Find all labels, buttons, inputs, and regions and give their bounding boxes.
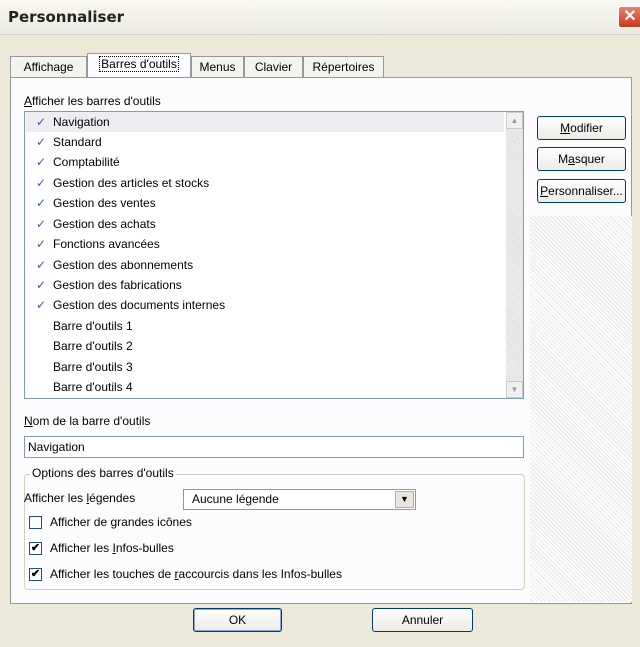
list-item-label: Comptabilité [53, 155, 120, 169]
large-icons-label: Afficher de grandes icônes [50, 515, 192, 529]
list-item-documents-internes[interactable]: ✓ Gestion des documents internes [26, 295, 504, 315]
list-item-label: Gestion des documents internes [53, 298, 226, 312]
close-button[interactable]: ✕ [618, 6, 640, 28]
large-icons-checkbox[interactable] [29, 516, 42, 529]
window-title: Personnaliser [8, 8, 125, 26]
list-item-label: Fonctions avancées [53, 237, 160, 251]
label-text: Afficher les [50, 541, 113, 555]
mnemonic: P [540, 184, 549, 198]
toolbar-name-input[interactable]: Navigation [24, 436, 524, 458]
check-icon: ✓ [36, 217, 47, 231]
check-icon: ✓ [36, 176, 47, 190]
tab-menus[interactable]: Menus [191, 56, 244, 77]
toolbar-name-label: Nom de la barre d'outils [24, 414, 150, 428]
check-icon: ✓ [36, 135, 47, 149]
toolbars-list[interactable]: ✓ Navigation ✓ Standard ✓ Comptabilité ✓ Ges… [24, 111, 524, 399]
mnemonic: N [24, 414, 33, 428]
list-item-label: Gestion des fabrications [53, 278, 182, 292]
captions-select[interactable]: Aucune légende ▼ [183, 489, 416, 510]
list-scrollbar[interactable]: ▲ ▼ [506, 112, 523, 398]
label-text: Afficher les [24, 491, 87, 505]
check-icon: ✓ [36, 258, 47, 272]
list-item-fonctions-avancees[interactable]: ✓ Fonctions avancées [26, 234, 504, 254]
panel-pattern [530, 216, 632, 602]
list-item-standard[interactable]: ✓ Standard [26, 132, 504, 152]
title-bar: Personnaliser ✕ [0, 0, 640, 35]
button-label: squer [574, 152, 605, 166]
button-label: ersonnaliser... [548, 184, 623, 198]
check-icon: ✓ [36, 237, 47, 251]
label-text: égendes [89, 491, 136, 505]
check-icon: ✓ [36, 196, 47, 210]
mnemonic: a [568, 152, 575, 166]
label-text: Afficher les touches de [50, 567, 175, 581]
label-text: nfos-bulles [115, 541, 174, 555]
scroll-down-icon[interactable]: ▼ [506, 381, 523, 398]
list-item-label: Barre d'outils 3 [53, 360, 133, 374]
list-item-label: Standard [53, 135, 102, 149]
hide-button[interactable]: Masquer [537, 147, 626, 171]
cancel-button[interactable]: Annuler [372, 608, 473, 632]
list-item-barre-3[interactable]: Barre d'outils 3 [26, 357, 504, 377]
button-label: odifier [570, 121, 603, 135]
button-label: M [558, 152, 569, 166]
tab-barres-doutils-label: Barres d'outils [99, 56, 179, 72]
check-icon: ✓ [36, 278, 47, 292]
list-item-label: Gestion des achats [53, 217, 156, 231]
chevron-down-icon[interactable]: ▼ [395, 491, 414, 508]
list-item-label: Gestion des articles et stocks [53, 176, 210, 190]
list-item-ventes[interactable]: ✓ Gestion des ventes [26, 193, 504, 213]
tooltips-checkbox[interactable]: ✔ [29, 542, 42, 555]
toolbars-list-label: Afficher les barres d'outils [24, 94, 161, 108]
list-item-barre-1[interactable]: Barre d'outils 1 [26, 316, 504, 336]
check-icon: ✓ [36, 155, 47, 169]
captions-label: Afficher les légendes [24, 491, 135, 505]
list-item-label: Gestion des ventes [53, 196, 156, 210]
tab-clavier[interactable]: Clavier [244, 56, 303, 77]
label-text: accourcis dans les Infos-bulles [178, 567, 342, 581]
mnemonic: A [24, 94, 33, 108]
list-item-label: Barre d'outils 4 [53, 380, 133, 394]
list-item-navigation[interactable]: ✓ Navigation [26, 112, 504, 132]
list-item-barre-4[interactable]: Barre d'outils 4 [26, 377, 504, 397]
customize-button[interactable]: Personnaliser... [537, 179, 626, 203]
list-item-label: Barre d'outils 2 [53, 339, 133, 353]
options-group-legend: Options des barres d'outils [30, 466, 176, 480]
list-item-comptabilite[interactable]: ✓ Comptabilité [26, 152, 504, 172]
mnemonic: M [560, 121, 571, 135]
list-item-fabrications[interactable]: ✓ Gestion des fabrications [26, 275, 504, 295]
tab-barres-doutils[interactable]: Barres d'outils [87, 53, 191, 78]
list-item-label: Gestion des abonnements [53, 258, 194, 272]
list-item-label: Navigation [53, 115, 110, 129]
list-item-barre-2[interactable]: Barre d'outils 2 [26, 336, 504, 356]
shortcuts-checkbox[interactable]: ✔ [29, 568, 42, 581]
modify-button[interactable]: Modifier [537, 116, 626, 140]
list-item-abonnements[interactable]: ✓ Gestion des abonnements [26, 255, 504, 275]
list-item-achats[interactable]: ✓ Gestion des achats [26, 214, 504, 234]
tab-repertoires[interactable]: Répertoires [303, 56, 384, 77]
list-item-articles-stocks[interactable]: ✓ Gestion des articles et stocks [26, 173, 504, 193]
scroll-up-icon[interactable]: ▲ [506, 112, 523, 129]
ok-button[interactable]: OK [193, 608, 282, 632]
tab-affichage[interactable]: Affichage [10, 56, 87, 77]
check-icon: ✓ [36, 298, 47, 312]
label-text: om de la barre d'outils [32, 414, 151, 428]
tooltips-label: Afficher les Infos-bulles [50, 541, 174, 555]
check-icon: ✓ [36, 115, 47, 129]
shortcuts-label: Afficher les touches de raccourcis dans … [50, 567, 342, 581]
list-item-label: Barre d'outils 1 [53, 319, 133, 333]
captions-select-value: Aucune légende [192, 492, 279, 506]
label-text: fficher les barres d'outils [32, 94, 161, 108]
